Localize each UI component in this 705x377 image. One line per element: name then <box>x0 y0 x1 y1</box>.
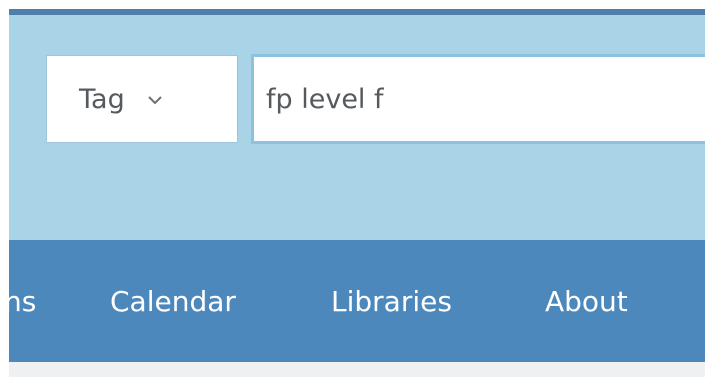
main-nav: ns Calendar Libraries About <box>9 240 705 362</box>
chevron-down-icon <box>148 96 162 105</box>
nav-item-partial[interactable]: ns <box>9 240 36 362</box>
page-frame: Tag ns Calendar Libraries About <box>9 0 705 377</box>
nav-item-libraries[interactable]: Libraries <box>331 240 452 362</box>
search-input[interactable] <box>251 54 705 144</box>
search-type-dropdown[interactable]: Tag <box>46 55 238 143</box>
nav-item-calendar[interactable]: Calendar <box>110 240 236 362</box>
search-type-label: Tag <box>79 83 125 115</box>
content-top-strip <box>9 362 705 377</box>
nav-item-about[interactable]: About <box>545 240 628 362</box>
search-band: Tag <box>9 15 705 240</box>
